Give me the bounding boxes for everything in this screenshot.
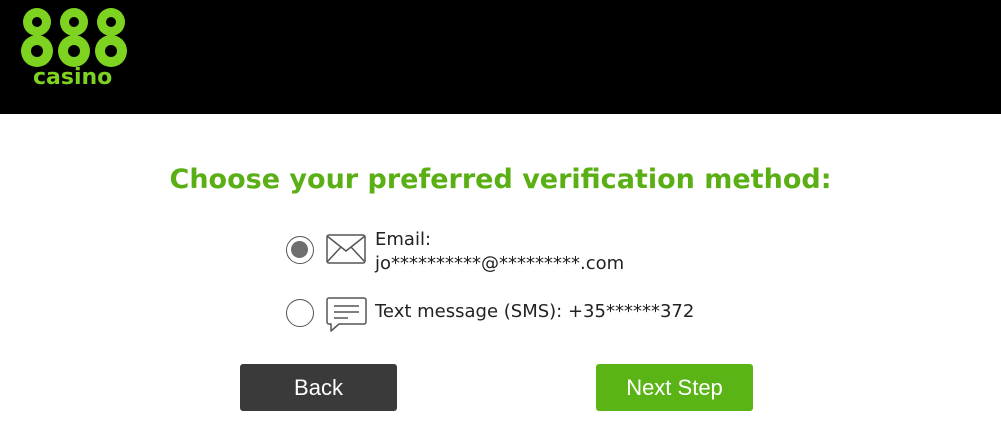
888-casino-logo[interactable]: casino — [20, 5, 130, 95]
email-option-label: Email: jo**********@*********.com — [375, 228, 624, 276]
page-title: Choose your preferred verification metho… — [169, 164, 832, 195]
radio-selected-dot — [291, 241, 308, 258]
masked-email: jo**********@*********.com — [375, 253, 625, 274]
next-step-button[interactable]: Next Step — [596, 364, 753, 411]
logo-888-digits — [21, 8, 127, 67]
site-header: casino — [0, 0, 1001, 114]
chat-bubble-icon — [326, 297, 367, 332]
sms-option-label: Text message (SMS): +35******372 — [375, 301, 695, 322]
sms-radio-button[interactable] — [286, 299, 314, 327]
email-label: Email: — [375, 229, 432, 250]
email-radio-button[interactable] — [286, 236, 314, 264]
envelope-icon — [326, 234, 366, 264]
logo-casino-text: casino — [33, 65, 113, 90]
back-button[interactable]: Back — [240, 364, 397, 411]
